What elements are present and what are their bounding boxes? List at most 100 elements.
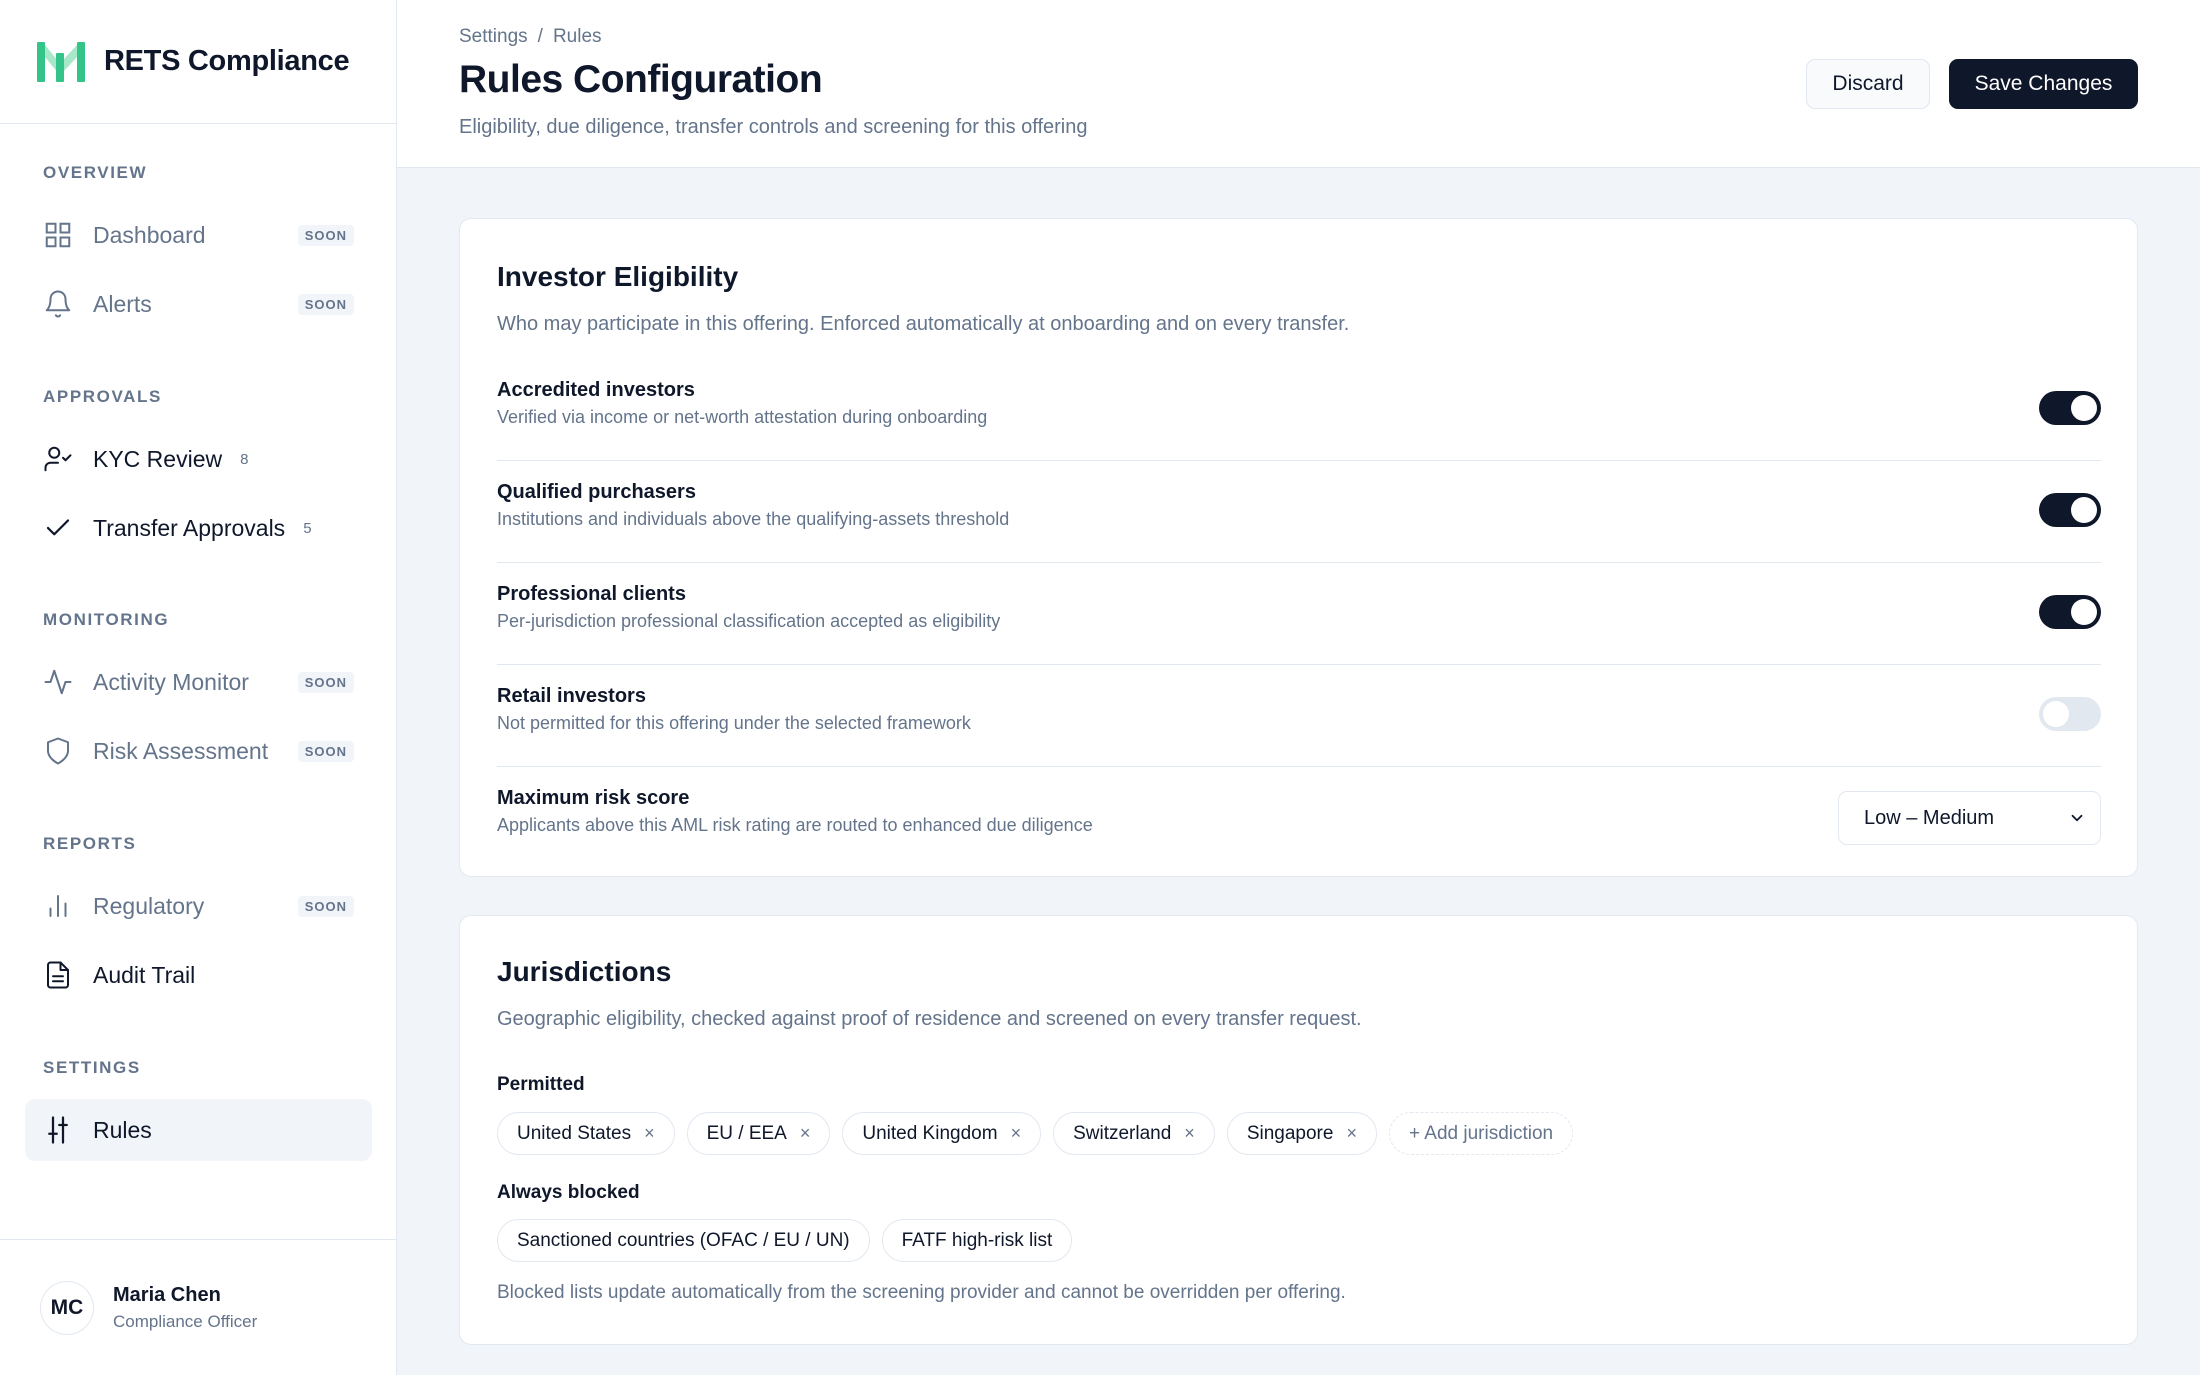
permitted-chips: United States × EU / EEA × United Kingdo… — [497, 1112, 1574, 1155]
chip-label: EU / EEA — [706, 1122, 787, 1144]
soon-badge: SOON — [297, 224, 354, 246]
nav-section-overview: OVERVIEW — [43, 163, 148, 182]
close-icon[interactable]: × — [1184, 1123, 1195, 1144]
row-title: Professional clients — [497, 583, 686, 605]
sidebar-item-label: KYC Review — [93, 445, 223, 472]
sidebar-item-label: Activity Monitor — [93, 668, 249, 695]
blocked-chips: Sanctioned countries (OFAC / EU / UN) FA… — [497, 1219, 1073, 1262]
kyc-count-badge: 8 — [240, 450, 249, 468]
jurisdictions-card: Jurisdictions Geographic eligibility, ch… — [459, 915, 2138, 1345]
eligibility-row-risk: Maximum risk score Applicants above this… — [497, 767, 2101, 869]
bar-chart-icon — [43, 891, 73, 921]
discard-button[interactable]: Discard — [1806, 59, 1930, 109]
chip-label: Switzerland — [1073, 1122, 1172, 1144]
check-icon — [43, 513, 73, 543]
jurisdiction-chip: Singapore × — [1226, 1112, 1377, 1155]
brand-logo-icon — [37, 41, 85, 82]
eligibility-row-qualified: Qualified purchasers Institutions and in… — [497, 461, 2101, 563]
max-risk-score-select[interactable]: Low – Medium — [1838, 791, 2101, 845]
breadcrumb-settings[interactable]: Settings — [459, 26, 528, 48]
close-icon[interactable]: × — [800, 1123, 811, 1144]
blocked-lists-note: Blocked lists update automatically from … — [497, 1282, 1346, 1303]
add-jurisdiction-button[interactable]: + Add jurisdiction — [1388, 1112, 1574, 1155]
sidebar: RETS Compliance OVERVIEW Dashboard SOON … — [0, 0, 397, 1375]
sidebar-item-label: Regulatory — [93, 892, 205, 919]
save-changes-button[interactable]: Save Changes — [1949, 59, 2138, 109]
transfer-count-badge: 5 — [303, 519, 312, 537]
row-description: Applicants above this AML risk rating ar… — [497, 815, 1093, 835]
user-check-icon — [43, 444, 73, 474]
user-name: Maria Chen — [113, 1283, 221, 1306]
card-description: Who may participate in this offering. En… — [497, 313, 1350, 335]
blocked-chip: Sanctioned countries (OFAC / EU / UN) — [497, 1219, 870, 1262]
soon-badge: SOON — [297, 293, 354, 315]
qualified-purchasers-toggle[interactable] — [2039, 493, 2101, 527]
brand: RETS Compliance — [0, 0, 396, 124]
breadcrumb-rules: Rules — [552, 26, 602, 47]
close-icon[interactable]: × — [644, 1123, 655, 1144]
retail-investors-toggle[interactable] — [2039, 697, 2101, 731]
bell-icon — [43, 289, 73, 319]
card-title: Investor Eligibility — [497, 261, 739, 292]
sidebar-item-activity-monitor[interactable]: Activity Monitor SOON — [25, 651, 372, 713]
file-text-icon — [43, 960, 73, 990]
row-title: Qualified purchasers — [497, 481, 696, 503]
close-icon[interactable]: × — [1011, 1123, 1022, 1144]
sidebar-item-label: Alerts — [93, 290, 152, 317]
card-description: Geographic eligibility, checked against … — [497, 1008, 1362, 1030]
row-description: Per-jurisdiction professional classifica… — [497, 611, 1001, 631]
close-icon[interactable]: × — [1346, 1123, 1357, 1144]
sidebar-item-label: Dashboard — [93, 221, 206, 248]
user-info: Maria Chen Compliance Officer — [113, 1284, 257, 1332]
grid-icon — [43, 220, 73, 250]
row-description: Verified via income or net-worth attesta… — [497, 407, 988, 427]
blocked-chip: FATF high-risk list — [881, 1219, 1073, 1262]
nav-section-reports: REPORTS — [43, 834, 137, 853]
breadcrumb: Settings / Rules — [459, 26, 602, 48]
chip-label: United Kingdom — [862, 1122, 998, 1144]
sidebar-item-label: Rules — [93, 1116, 152, 1143]
jurisdiction-chip: United States × — [497, 1112, 675, 1155]
investor-eligibility-card: Investor Eligibility Who may participate… — [459, 218, 2138, 877]
eligibility-row-professional: Professional clients Per-jurisdiction pr… — [497, 563, 2101, 665]
select-value: Low – Medium — [1864, 806, 1995, 829]
nav-section-settings: SETTINGS — [43, 1058, 141, 1077]
row-description: Institutions and individuals above the q… — [497, 509, 1010, 529]
sidebar-item-dashboard[interactable]: Dashboard SOON — [25, 204, 372, 266]
professional-clients-toggle[interactable] — [2039, 595, 2101, 629]
sidebar-item-risk-assessment[interactable]: Risk Assessment SOON — [25, 720, 372, 782]
permitted-label: Permitted — [497, 1074, 585, 1095]
card-title: Jurisdictions — [497, 956, 672, 987]
row-title: Retail investors — [497, 685, 646, 707]
avatar: MC — [40, 1280, 94, 1335]
activity-icon — [43, 667, 73, 697]
sidebar-item-rules[interactable]: Rules — [25, 1099, 372, 1161]
accredited-investors-toggle[interactable] — [2039, 391, 2101, 425]
nav-section-approvals: APPROVALS — [43, 387, 162, 406]
eligibility-row-accredited: Accredited investors Verified via income… — [497, 359, 2101, 461]
user-role: Compliance Officer — [113, 1311, 258, 1331]
page-title: Rules Configuration — [459, 58, 823, 101]
sidebar-item-kyc-review[interactable]: KYC Review 8 — [25, 428, 372, 490]
sidebar-item-label: Transfer Approvals — [93, 514, 286, 541]
jurisdiction-chip: EU / EEA × — [686, 1112, 831, 1155]
sidebar-item-label: Audit Trail — [93, 961, 196, 988]
user-profile[interactable]: MC Maria Chen Compliance Officer — [0, 1239, 396, 1375]
shield-icon — [43, 736, 73, 766]
jurisdiction-chip: Switzerland × — [1053, 1112, 1215, 1155]
sidebar-item-alerts[interactable]: Alerts SOON — [25, 273, 372, 335]
breadcrumb-separator: / — [537, 26, 543, 47]
always-blocked-label: Always blocked — [497, 1182, 640, 1203]
sidebar-item-transfer-approvals[interactable]: Transfer Approvals 5 — [25, 497, 372, 559]
eligibility-row-retail: Retail investors Not permitted for this … — [497, 665, 2101, 767]
page-header: Settings / Rules Rules Configuration Eli… — [397, 0, 2200, 168]
sliders-icon — [43, 1115, 73, 1145]
sidebar-item-audit-trail[interactable]: Audit Trail — [25, 944, 372, 1006]
jurisdiction-chip: United Kingdom × — [842, 1112, 1042, 1155]
soon-badge: SOON — [297, 671, 354, 693]
sidebar-item-regulatory[interactable]: Regulatory SOON — [25, 875, 372, 937]
row-description: Not permitted for this offering under th… — [497, 713, 971, 733]
row-title: Accredited investors — [497, 379, 695, 401]
chip-label: Singapore — [1246, 1122, 1334, 1144]
row-title: Maximum risk score — [497, 787, 690, 809]
